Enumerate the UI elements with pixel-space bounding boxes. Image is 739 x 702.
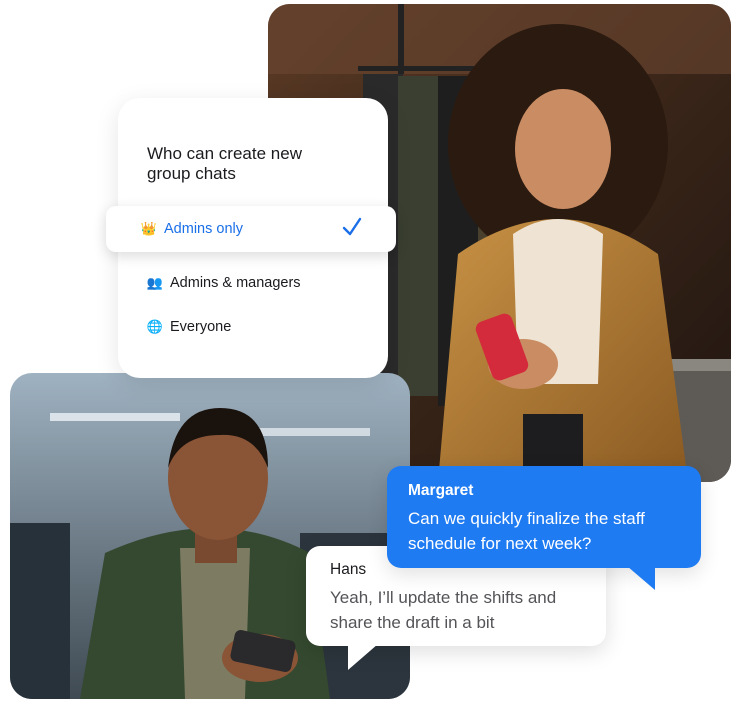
sender-name: Hans (330, 561, 367, 578)
message-text: Can we quickly finalize the staff schedu… (408, 509, 645, 553)
option-admins-managers[interactable]: 👥 Admins & managers (146, 265, 301, 301)
bubble-tail (348, 644, 378, 670)
group-chat-permissions-card: Who can create new group chats 👑 Admins … (106, 98, 396, 378)
option-everyone[interactable]: 🌐 Everyone (146, 309, 231, 345)
crown-icon: 👑 (140, 221, 158, 236)
message-bubble-margaret: Margaret Can we quickly finalize the sta… (387, 466, 701, 590)
card-title: Who can create new group chats (147, 144, 302, 183)
option-label: Admins & managers (170, 275, 301, 291)
option-admins-only[interactable]: 👑 Admins only (106, 206, 396, 252)
message-text: Yeah, I’ll update the shifts and share t… (330, 588, 557, 632)
globe-icon: 🌐 (146, 319, 164, 334)
checkmark-icon (342, 217, 362, 236)
people-icon: 👥 (146, 275, 164, 290)
sender-name: Margaret (408, 482, 474, 499)
bubble-tail (627, 566, 655, 590)
option-label: Everyone (170, 319, 232, 335)
option-label: Admins only (164, 221, 243, 237)
